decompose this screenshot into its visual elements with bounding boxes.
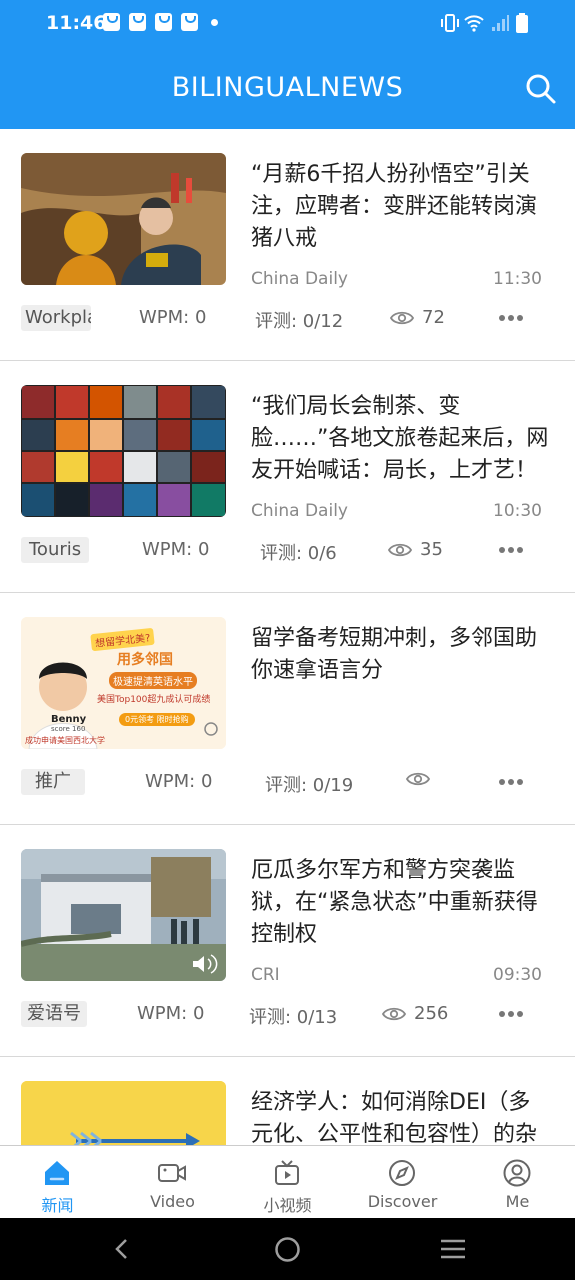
article-headline[interactable]: “月薪6千招人扮孙悟空”引关注，应聘者：变胖还能转岗演猪八戒	[251, 159, 551, 255]
mail-notification-icon	[129, 13, 146, 31]
article-meta: Workpla WPM: 0 评测: 0/12 72	[0, 303, 575, 333]
ad-line-3: 美国Top100超九成认可成绩	[97, 695, 211, 705]
user-icon	[503, 1159, 531, 1187]
compass-icon	[389, 1160, 415, 1186]
article-meta: 推广 WPM: 0 评测: 0/19	[0, 767, 575, 797]
wpm-stat: WPM: 0	[142, 539, 210, 560]
view-count: 256	[382, 1003, 448, 1024]
more-options-icon[interactable]	[499, 315, 523, 321]
tab-news[interactable]: 新闻	[0, 1146, 115, 1219]
wpm-stat: WPM: 0	[145, 771, 213, 792]
article-source: China Daily	[251, 269, 348, 289]
ad-person-score: score 160	[51, 725, 86, 733]
recent-apps-icon[interactable]	[439, 1237, 467, 1261]
tv-play-icon	[275, 1160, 299, 1185]
ad-person-name: Benny	[51, 714, 87, 725]
battery-icon	[516, 13, 528, 33]
eye-icon	[406, 772, 430, 786]
tab-label: 新闻	[41, 1196, 74, 1215]
view-count	[406, 771, 438, 787]
sponsored-item[interactable]: 想留学北美? 用多邻国 极速提清英语水平 美国Top100超九成认可成绩 0元领…	[0, 593, 575, 825]
view-count-value: 256	[414, 1003, 449, 1024]
category-tag[interactable]: 爱语号	[21, 1001, 87, 1027]
tab-label: Video	[150, 1192, 195, 1211]
tab-label: Discover	[367, 1192, 438, 1211]
tab-short-video[interactable]: 小视频	[230, 1146, 345, 1219]
article-time: 11:30	[493, 269, 542, 289]
more-options-icon[interactable]	[499, 547, 523, 553]
signal-icon	[492, 15, 509, 31]
status-bar: 11:46	[0, 0, 575, 48]
view-count-value: 72	[422, 307, 445, 328]
article-headline[interactable]: “我们局长会制茶、变脸……”各地文旅卷起来后，网友开始喊话：局长，上才艺！	[251, 391, 551, 487]
app-bar: BILINGUALNEWS	[0, 48, 575, 129]
test-stat: 评测: 0/13	[249, 1007, 338, 1028]
article-meta: 爱语号 WPM: 0 评测: 0/13 256	[0, 999, 575, 1029]
bottom-tab-bar: 新闻 Video 小视频 Discover Me	[0, 1145, 575, 1218]
ad-line-2: 极速提清英语水平	[109, 672, 197, 689]
test-stat: 评测: 0/19	[265, 775, 354, 796]
article-headline[interactable]: 厄瓜多尔军方和警方突袭监狱，在“紧急状态”中重新获得控制权	[251, 855, 551, 951]
news-item[interactable]: 厄瓜多尔军方和警方突袭监狱，在“紧急状态”中重新获得控制权 CRI 09:30 …	[0, 825, 575, 1057]
view-count: 35	[388, 539, 443, 560]
tab-label: Me	[505, 1192, 530, 1211]
tab-label: 小视频	[263, 1196, 312, 1215]
wpm-stat: WPM: 0	[137, 1003, 205, 1024]
more-options-icon[interactable]	[499, 779, 523, 785]
mail-notification-icon	[181, 13, 198, 31]
home-button-icon[interactable]	[274, 1236, 301, 1263]
article-meta: Touris WPM: 0 评测: 0/6 35	[0, 535, 575, 565]
search-icon[interactable]	[524, 72, 558, 106]
more-options-icon[interactable]	[499, 1011, 523, 1017]
article-headline[interactable]: 留学备考短期冲刺，多邻国助你速拿语言分	[251, 623, 551, 687]
wifi-icon	[464, 15, 484, 32]
more-notifications-dot	[211, 19, 218, 26]
article-source: China Daily	[251, 501, 348, 521]
article-thumbnail[interactable]	[21, 385, 226, 517]
eye-icon	[382, 1007, 406, 1020]
view-count: 72	[390, 307, 445, 328]
eye-icon	[390, 311, 414, 324]
eye-icon	[388, 543, 412, 556]
tab-video[interactable]: Video	[115, 1146, 230, 1219]
test-stat: 评测: 0/6	[260, 543, 337, 564]
ad-cta: 0元领考 限时抢购	[119, 713, 195, 726]
tab-me[interactable]: Me	[460, 1146, 575, 1219]
home-icon	[45, 1161, 69, 1185]
article-source: CRI	[251, 965, 280, 985]
mail-notification-icon	[155, 13, 172, 31]
article-thumbnail[interactable]	[21, 849, 226, 981]
ad-thumbnail[interactable]: 想留学北美? 用多邻国 极速提清英语水平 美国Top100超九成认可成绩 0元领…	[21, 617, 226, 749]
article-time: 09:30	[493, 965, 542, 985]
test-stat: 评测: 0/12	[255, 311, 344, 332]
ad-line-1: 用多邻国	[117, 652, 173, 668]
article-time: 10:30	[493, 501, 542, 521]
article-headline[interactable]: 经济学人：如何消除DEI（多元化、公平性和包容性）的杂音	[251, 1087, 551, 1145]
app-title: BILINGUALNEWS	[171, 72, 404, 103]
system-nav-bar	[0, 1218, 575, 1280]
news-item[interactable]: “月薪6千招人扮孙悟空”引关注，应聘者：变胖还能转岗演猪八戒 China Dai…	[0, 129, 575, 361]
category-tag[interactable]: Workpla	[21, 305, 91, 331]
view-count-value: 35	[420, 539, 443, 560]
video-camera-icon	[158, 1164, 186, 1182]
status-time: 11:46	[46, 12, 107, 34]
ad-caption: 成功申请美国西北大学	[25, 736, 105, 745]
vibrate-icon	[441, 14, 459, 32]
tab-discover[interactable]: Discover	[345, 1146, 460, 1219]
back-icon[interactable]	[110, 1237, 134, 1261]
category-tag[interactable]: 推广	[21, 769, 85, 795]
category-tag[interactable]: Touris	[21, 537, 90, 563]
news-item[interactable]: “我们局长会制茶、变脸……”各地文旅卷起来后，网友开始喊话：局长，上才艺！ Ch…	[0, 361, 575, 593]
mail-notification-icon	[103, 13, 120, 31]
article-thumbnail[interactable]	[21, 1081, 226, 1145]
news-feed[interactable]: “月薪6千招人扮孙悟空”引关注，应聘者：变胖还能转岗演猪八戒 China Dai…	[0, 129, 575, 1145]
news-item[interactable]: 经济学人：如何消除DEI（多元化、公平性和包容性）的杂音	[0, 1057, 575, 1145]
article-thumbnail[interactable]	[21, 153, 226, 285]
wpm-stat: WPM: 0	[139, 307, 207, 328]
